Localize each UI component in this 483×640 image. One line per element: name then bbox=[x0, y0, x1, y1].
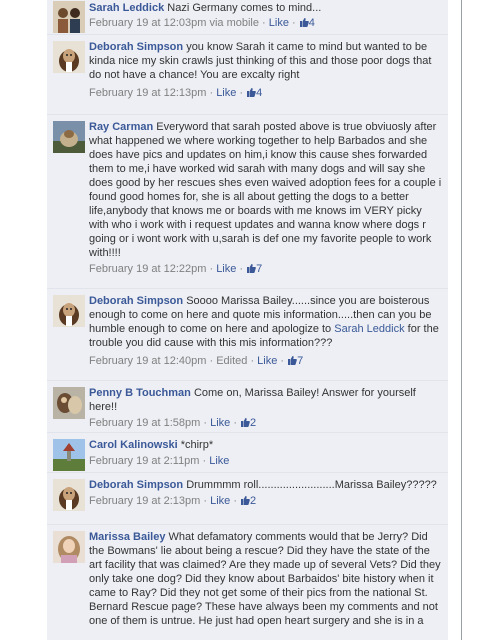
comment-timestamp[interactable]: February 19 at 2:11pm bbox=[89, 455, 199, 467]
thumbs-up-icon bbox=[288, 356, 297, 365]
comment-text: Drummmm roll.........................Mar… bbox=[186, 479, 437, 491]
like-count[interactable]: 2 bbox=[240, 417, 256, 429]
comment-text: *chirp* bbox=[180, 439, 214, 451]
avatar[interactable] bbox=[53, 439, 85, 471]
comment-meta: February 19 at 12:03pm via mobile · Like… bbox=[89, 17, 315, 29]
like-button[interactable]: Like bbox=[210, 495, 230, 507]
like-button[interactable]: Like bbox=[257, 355, 277, 367]
comment-timestamp[interactable]: February 19 at 12:13pm bbox=[89, 87, 206, 99]
comment-text: Everyword that sarah posted above is tru… bbox=[89, 121, 442, 259]
edited-label[interactable]: Edited bbox=[216, 355, 247, 367]
avatar[interactable] bbox=[53, 41, 85, 73]
page-margin bbox=[462, 0, 483, 640]
comment-item: Deborah Simpson Soooo Marissa Bailey....… bbox=[47, 288, 448, 381]
comment-author[interactable]: Carol Kalinowski bbox=[89, 439, 178, 451]
comment-item: Penny B Touchman Come on, Marissa Bailey… bbox=[47, 380, 448, 433]
mention-link[interactable]: Sarah Leddick bbox=[334, 323, 404, 335]
like-count[interactable]: 2 bbox=[240, 495, 256, 507]
like-button[interactable]: Like bbox=[216, 263, 236, 275]
comment-meta: February 19 at 12:22pm · Like · 7 bbox=[89, 263, 263, 275]
like-count[interactable]: 7 bbox=[246, 263, 262, 275]
comment-author[interactable]: Ray Carman bbox=[89, 121, 153, 133]
comments-panel: Sarah Leddick Nazi Germany comes to mind… bbox=[0, 0, 462, 640]
comment-author[interactable]: Deborah Simpson bbox=[89, 479, 183, 491]
comment-timestamp[interactable]: February 19 at 12:22pm bbox=[89, 263, 206, 275]
comment-author[interactable]: Sarah Leddick bbox=[89, 2, 164, 14]
comment-meta: February 19 at 2:13pm · Like · 2 bbox=[89, 495, 257, 507]
comment-meta: February 19 at 12:40pm · Edited · Like ·… bbox=[89, 355, 304, 367]
avatar[interactable] bbox=[53, 121, 85, 153]
comment-text: Nazi Germany comes to mind... bbox=[167, 2, 322, 14]
comment-timestamp[interactable]: February 19 at 12:03pm bbox=[89, 17, 206, 29]
comment-author[interactable]: Penny B Touchman bbox=[89, 387, 191, 399]
avatar[interactable] bbox=[53, 295, 85, 327]
comment-item: Deborah Simpson you know Sarah it came t… bbox=[47, 34, 448, 115]
like-count[interactable]: 4 bbox=[299, 17, 315, 29]
comment-author[interactable]: Deborah Simpson bbox=[89, 295, 183, 307]
comment-meta: February 19 at 2:11pm · Like bbox=[89, 455, 230, 467]
avatar[interactable] bbox=[53, 479, 85, 511]
comment-text: What defamatory comments would that be J… bbox=[89, 531, 441, 627]
like-count[interactable]: 7 bbox=[287, 355, 303, 367]
comment-timestamp[interactable]: February 19 at 1:58pm bbox=[89, 417, 200, 429]
comment-meta: February 19 at 12:13pm · Like · 4 bbox=[89, 87, 263, 99]
comment-item: Ray Carman Everyword that sarah posted a… bbox=[47, 114, 448, 289]
comment-author[interactable]: Marissa Bailey bbox=[89, 531, 165, 543]
comment-item: Sarah Leddick Nazi Germany comes to mind… bbox=[47, 0, 448, 35]
thumbs-up-icon bbox=[247, 88, 257, 97]
comment-source: via mobile bbox=[209, 17, 259, 29]
avatar[interactable] bbox=[53, 1, 85, 33]
like-button[interactable]: Like bbox=[216, 87, 236, 99]
like-button[interactable]: Like bbox=[269, 17, 289, 29]
avatar[interactable] bbox=[53, 387, 85, 419]
comment-meta: February 19 at 1:58pm · Like · 2 bbox=[89, 417, 257, 429]
thumbs-up-icon bbox=[299, 18, 309, 27]
thumbs-up-icon bbox=[241, 496, 250, 505]
like-count[interactable]: 4 bbox=[246, 87, 262, 99]
like-button[interactable]: Like bbox=[210, 417, 230, 429]
thumbs-up-icon bbox=[241, 418, 250, 427]
comment-timestamp[interactable]: February 19 at 12:40pm bbox=[89, 355, 206, 367]
comment-timestamp[interactable]: February 19 at 2:13pm bbox=[89, 495, 200, 507]
thumbs-up-icon bbox=[247, 264, 257, 273]
comment-item: Deborah Simpson Drummmm roll............… bbox=[47, 472, 448, 525]
like-button[interactable]: Like bbox=[209, 455, 229, 467]
comment-item: Carol Kalinowski *chirp* February 19 at … bbox=[47, 432, 448, 473]
avatar[interactable] bbox=[53, 531, 85, 563]
comment-author[interactable]: Deborah Simpson bbox=[89, 41, 183, 53]
comment-item: Marissa Bailey What defamatory comments … bbox=[47, 524, 448, 640]
